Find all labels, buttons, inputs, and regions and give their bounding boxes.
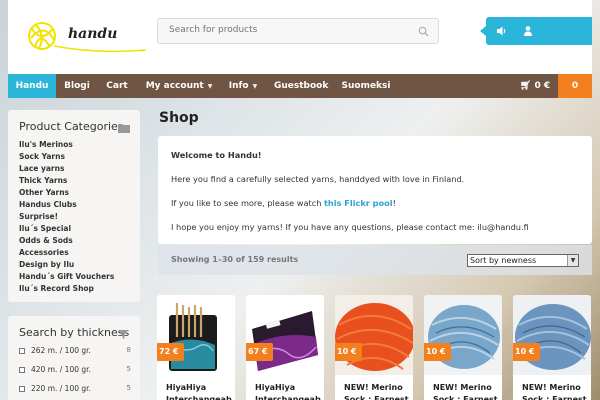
- thickness-option[interactable]: 420 m. / 100 gr. 5: [19, 365, 131, 377]
- category-link[interactable]: Handus Clubs: [19, 199, 114, 211]
- welcome-heading: Welcome to Handu!: [171, 150, 262, 160]
- results-bar: Showing 1–30 of 159 results Sort by newn…: [158, 245, 592, 275]
- sort-select[interactable]: Sort by newness ▼: [467, 254, 579, 267]
- thickness-label: 420 m. / 100 gr.: [31, 365, 91, 374]
- search-box: [157, 18, 439, 44]
- cart-total-button[interactable]: 🛒︎ 0 €: [516, 74, 554, 98]
- thickness-option[interactable]: 262 m. / 100 gr. 8: [19, 346, 131, 358]
- price-tag: 10 €: [335, 343, 363, 361]
- welcome-text-part: !: [392, 198, 396, 208]
- welcome-text: Here you find a carefully selected yarns…: [171, 174, 465, 184]
- logo-text: handu: [68, 26, 118, 42]
- nav-label: Guestbook: [274, 81, 329, 91]
- flickr-pool-link[interactable]: this Flickr pool: [324, 198, 393, 208]
- chevron-down-icon: ▼: [252, 83, 258, 90]
- checkbox[interactable]: [19, 367, 25, 373]
- chevron-down-icon: ▼: [567, 255, 578, 266]
- product-card[interactable]: 10 € NEW! Merino Sock : Earnest: [335, 295, 413, 400]
- welcome-box: Welcome to Handu! Here you find a carefu…: [158, 136, 592, 244]
- volume-icon[interactable]: [495, 25, 507, 37]
- thickness-label: 220 m. / 100 gr.: [31, 384, 91, 393]
- category-link[interactable]: Other Yarns: [19, 187, 114, 199]
- category-link[interactable]: Ilu´s Special: [19, 223, 114, 235]
- price-tag: 10 €: [513, 343, 541, 361]
- checkbox[interactable]: [19, 386, 25, 392]
- cart-icon: 🛒︎: [519, 81, 532, 91]
- welcome-text: I hope you enjoy my yarns! If you have a…: [171, 222, 529, 232]
- category-link[interactable]: Surprise!: [19, 211, 114, 223]
- nav-item-info[interactable]: Info ▼: [225, 74, 261, 98]
- category-link[interactable]: Ilu's Merinos: [19, 139, 114, 151]
- thickness-count: 5: [126, 365, 131, 373]
- nav-label: My account: [145, 81, 204, 91]
- product-card[interactable]: 67 € HiyaHiya Interchangeab: [246, 295, 324, 400]
- nav-label: Blogi: [64, 81, 90, 91]
- category-link[interactable]: Handu´s Gift Vouchers: [19, 271, 114, 283]
- product-card[interactable]: 10 € NEW! Merino Sock : Earnest: [513, 295, 591, 400]
- cart-total: 0 €: [534, 81, 551, 91]
- product-name[interactable]: NEW! Merino Sock : Earnest: [433, 382, 499, 400]
- page-title: Shop: [159, 110, 199, 126]
- product-name[interactable]: HiyaHiya Interchangeab: [166, 382, 232, 400]
- panel-title: Search by thickness: [19, 326, 130, 339]
- search-icon[interactable]: [418, 26, 429, 37]
- thickness-count: 8: [126, 346, 131, 354]
- category-link[interactable]: Lace yarns: [19, 163, 114, 175]
- site-header: handu: [8, 0, 592, 74]
- nav-item-suomeksi[interactable]: Suomeksi: [341, 74, 391, 98]
- chevron-down-icon: ▼: [207, 83, 213, 90]
- thickness-label: 262 m. / 100 gr.: [31, 346, 91, 355]
- nav-item-my-account[interactable]: My account ▼: [145, 74, 213, 98]
- category-link[interactable]: Design by Ilu: [19, 259, 114, 271]
- user-icon[interactable]: [522, 25, 534, 37]
- product-card[interactable]: 10 € NEW! Merino Sock : Earnest: [424, 295, 502, 400]
- sort-value: Sort by newness: [470, 256, 537, 265]
- result-count: Showing 1–30 of 159 results: [171, 255, 299, 264]
- filter-icon: [119, 330, 128, 339]
- category-link[interactable]: Ilu´s Record Shop: [19, 283, 114, 295]
- category-list: Ilu's Merinos Sock Yarns Lace yarns Thic…: [19, 139, 114, 295]
- yarn-orange-image: [335, 295, 413, 375]
- product-name[interactable]: HiyaHiya Interchangeab: [255, 382, 321, 400]
- product-name[interactable]: NEW! Merino Sock : Earnest: [344, 382, 410, 400]
- folder-icon: [118, 124, 130, 133]
- category-link[interactable]: Thick Yarns: [19, 175, 114, 187]
- page: handu Handu Blogi Cart My account▼ Info▼: [8, 0, 592, 400]
- nav-item-cart[interactable]: Cart: [101, 74, 133, 98]
- welcome-text: If you like to see more, please watch th…: [171, 198, 396, 208]
- nav-label: Info: [228, 81, 249, 91]
- header-tools: [480, 17, 592, 45]
- main-nav: Handu Blogi Cart My account ▼ Info ▼ Guest…: [8, 74, 592, 98]
- thickness-option[interactable]: 220 m. / 100 gr. 5: [19, 384, 131, 396]
- nav-label: Handu: [15, 81, 49, 91]
- nav-label: Cart: [106, 81, 128, 91]
- handu-logo[interactable]: handu: [26, 14, 147, 58]
- yarn-blue-image: [513, 295, 591, 375]
- checkbox[interactable]: [19, 348, 25, 354]
- nav-item-blogi[interactable]: Blogi: [60, 74, 94, 98]
- nav-item-handu[interactable]: Handu: [8, 74, 56, 98]
- product-categories-panel: Product Categories Ilu's Merinos Sock Ya…: [8, 110, 140, 302]
- panel-title: Product Categories: [19, 120, 124, 133]
- price-tag: 10 €: [424, 343, 452, 361]
- nav-item-guestbook[interactable]: Guestbook: [274, 74, 328, 98]
- category-link[interactable]: Odds & Sods: [19, 235, 114, 247]
- yarn-blue-light-image: [424, 295, 502, 375]
- price-tag: 67 €: [246, 343, 274, 361]
- welcome-text-part: If you like to see more, please watch: [171, 198, 325, 208]
- search-input[interactable]: [169, 25, 409, 35]
- product-name[interactable]: NEW! Merino Sock : Earnest: [522, 382, 588, 400]
- category-link[interactable]: Accessories: [19, 247, 114, 259]
- price-tag: 72 €: [157, 343, 185, 361]
- needle-case-purple-image: [246, 295, 324, 375]
- nav-label: Suomeksi: [341, 81, 391, 91]
- product-card[interactable]: 72 € HiyaHiya Interchangeab: [157, 295, 235, 400]
- thickness-count: 5: [126, 384, 131, 392]
- needle-case-teal-image: [157, 295, 235, 375]
- cart-count-badge[interactable]: 0: [558, 74, 592, 98]
- thickness-filter-panel: Search by thickness 262 m. / 100 gr. 8 4…: [8, 316, 140, 400]
- category-link[interactable]: Sock Yarns: [19, 151, 114, 163]
- cart-count: 0: [571, 81, 579, 91]
